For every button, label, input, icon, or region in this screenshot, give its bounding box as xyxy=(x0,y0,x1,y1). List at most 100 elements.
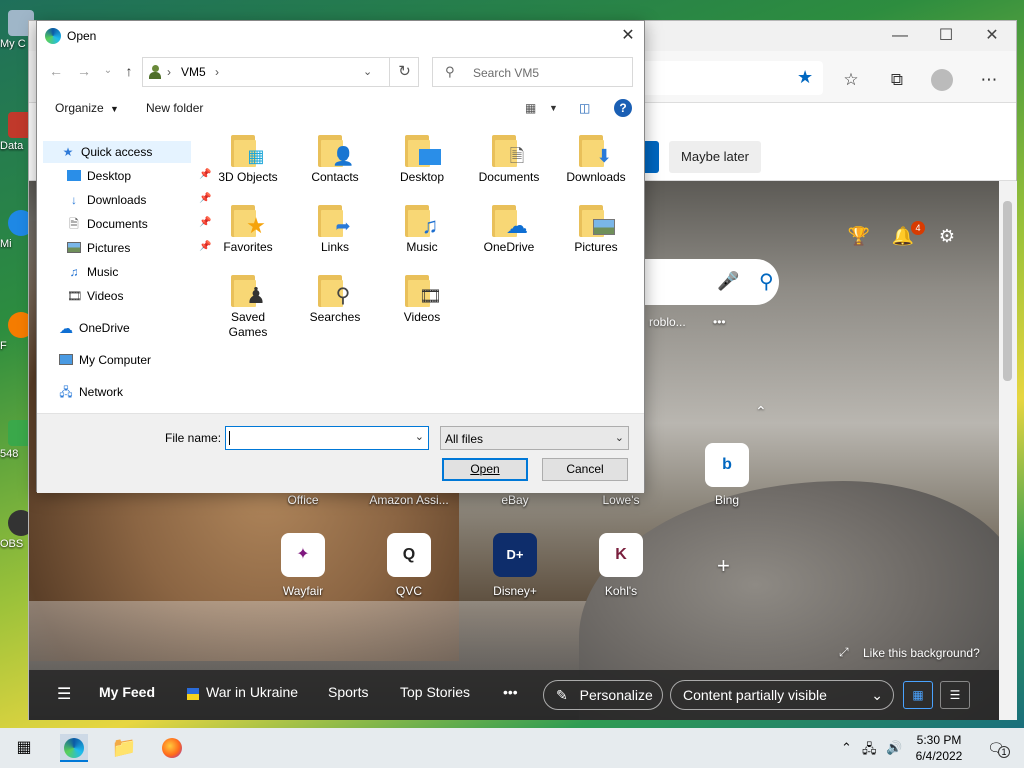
chevron-up-icon[interactable]: ⌃ xyxy=(755,403,767,420)
taskbar-edge[interactable] xyxy=(60,734,88,762)
document-icon: 🗎 xyxy=(69,217,79,231)
computer-icon xyxy=(59,354,73,365)
folder-desktop[interactable]: Desktop xyxy=(381,133,463,199)
feed-tab-top-stories[interactable]: Top Stories xyxy=(400,684,470,700)
folder-documents[interactable]: 🗎 Documents xyxy=(468,133,550,199)
search-suggestion[interactable]: roblo... xyxy=(649,315,686,329)
nav-item-my-computer[interactable]: My Computer xyxy=(49,349,219,371)
file-name-input[interactable]: ⌄ xyxy=(225,426,429,450)
cancel-button[interactable]: Cancel xyxy=(542,458,628,481)
open-button[interactable]: Open xyxy=(442,458,528,481)
feed-tab-my-feed[interactable]: My Feed xyxy=(99,684,155,700)
folder-searches[interactable]: ⚲ Searches xyxy=(294,273,376,339)
search-icon[interactable]: ⚲ xyxy=(759,269,774,294)
clock[interactable]: 5:30 PM 6/4/2022 xyxy=(908,732,970,764)
folder-favorites[interactable]: ★ Favorites xyxy=(207,203,289,269)
nav-item-downloads[interactable]: ↓ Downloads 📌 xyxy=(57,189,227,211)
cloud-icon: ☁ xyxy=(506,213,528,238)
folder-links[interactable]: ➦ Links xyxy=(294,203,376,269)
file-type-select[interactable]: All files ⌄ xyxy=(440,426,629,450)
address-dropdown-icon[interactable]: ⌄ xyxy=(363,65,372,78)
preview-pane-icon[interactable]: ◫ xyxy=(579,101,590,115)
folder-3d-objects[interactable]: ▦ 3D Objects xyxy=(207,133,289,199)
recent-chevron-icon[interactable]: ⌄ xyxy=(99,62,117,80)
collections-icon[interactable]: ⧉ xyxy=(885,68,909,92)
address-path[interactable]: › VM5 › ⌄ ↻ xyxy=(142,57,419,87)
view-dropdown-icon[interactable]: ▼ xyxy=(549,103,558,113)
suggestion-more-icon[interactable]: ••• xyxy=(713,315,726,329)
forward-arrow-icon[interactable]: → xyxy=(75,62,93,80)
volume-icon[interactable]: 🔊 xyxy=(886,740,902,756)
search-icon: ⚲ xyxy=(445,64,455,79)
vertical-scrollbar[interactable] xyxy=(999,181,1017,720)
folder-music[interactable]: ♫ Music xyxy=(381,203,463,269)
nav-item-videos[interactable]: 🎞 Videos xyxy=(57,285,227,307)
feed-tab-sports[interactable]: Sports xyxy=(328,684,368,700)
chevron-up-icon[interactable]: ⌃ xyxy=(841,740,852,756)
favorites-icon[interactable]: ☆ xyxy=(839,68,863,92)
gear-icon[interactable]: ⚙ xyxy=(934,223,960,249)
folder-videos[interactable]: 🎞 Videos xyxy=(381,273,463,339)
refresh-icon[interactable]: ↻ xyxy=(389,58,419,86)
folder-downloads[interactable]: ⬇ Downloads xyxy=(555,133,637,199)
nav-item-pictures[interactable]: Pictures 📌 xyxy=(57,237,227,259)
nav-item-quick-access[interactable]: ★ Quick access xyxy=(43,141,191,163)
breadcrumb-vm5[interactable]: VM5 xyxy=(181,65,206,79)
file-explorer-icon[interactable]: 📁 xyxy=(110,734,138,762)
back-arrow-icon[interactable]: ← xyxy=(47,62,65,80)
folder-onedrive[interactable]: ☁ OneDrive xyxy=(468,203,550,269)
microphone-icon[interactable]: 🎤 xyxy=(717,271,739,292)
tile-bing[interactable]: b xyxy=(705,443,749,487)
tile-disney[interactable]: D+ xyxy=(493,533,537,577)
up-arrow-icon[interactable]: ↑ xyxy=(120,62,138,80)
nav-item-desktop[interactable]: Desktop 📌 xyxy=(57,165,227,187)
folder-contacts[interactable]: 👤 Contacts xyxy=(294,133,376,199)
close-icon[interactable]: ✕ xyxy=(969,25,1015,47)
grid-layout-icon[interactable]: ▦ xyxy=(903,681,933,709)
chevron-down-icon: ▼ xyxy=(110,104,119,114)
feed-tab-war-in-ukraine[interactable]: War in Ukraine xyxy=(206,684,298,700)
expand-icon[interactable]: ⤢ xyxy=(839,645,849,660)
close-icon[interactable]: ✕ xyxy=(616,25,640,47)
profile-avatar[interactable] xyxy=(931,69,953,91)
navigation-pane: ★ Quick access Desktop 📌 ↓ Downloads 📌 🗎… xyxy=(37,133,211,413)
nav-item-music[interactable]: ♫ Music xyxy=(57,261,227,283)
nav-item-documents[interactable]: 🗎 Documents 📌 xyxy=(57,213,227,235)
organize-button[interactable]: Organize ▼ xyxy=(55,101,119,115)
nav-item-onedrive[interactable]: ☁ OneDrive xyxy=(49,317,219,339)
breadcrumb-chevron-icon[interactable]: › xyxy=(215,65,219,79)
tile-kohls[interactable]: K xyxy=(599,533,643,577)
add-tile-icon[interactable]: + xyxy=(717,553,730,579)
windows-start-icon[interactable]: ▦ xyxy=(10,734,38,762)
like-background-link[interactable]: Like this background? xyxy=(863,646,980,660)
new-folder-button[interactable]: New folder xyxy=(146,101,203,115)
notification-center-icon[interactable]: 🗨 1 xyxy=(982,734,1010,762)
rewards-trophy-icon[interactable]: 🏆 xyxy=(846,223,872,249)
maybe-later-button[interactable]: Maybe later xyxy=(669,141,761,173)
maximize-icon[interactable]: ☐ xyxy=(923,25,969,47)
feed-more-icon[interactable]: ••• xyxy=(503,684,518,700)
taskbar-firefox[interactable] xyxy=(158,734,186,762)
tile-qvc[interactable]: Q xyxy=(387,533,431,577)
search-input[interactable]: ⚲ Search VM5 xyxy=(432,57,633,87)
star-icon: ★ xyxy=(246,213,266,238)
minimize-icon[interactable]: — xyxy=(877,25,923,47)
more-icon[interactable]: ⋯ xyxy=(977,68,1001,92)
list-layout-icon[interactable]: ☰ xyxy=(940,681,970,709)
cloud-icon: ☁ xyxy=(59,320,73,336)
help-icon[interactable]: ? xyxy=(614,99,632,117)
chevron-down-icon[interactable]: ⌄ xyxy=(415,430,424,443)
content-visibility-dropdown[interactable]: Content partially visible ⌄ xyxy=(670,680,894,710)
nav-item-network[interactable]: 🖧 Network xyxy=(49,381,219,403)
network-icon[interactable]: 🖧 xyxy=(862,740,877,762)
tile-wayfair[interactable]: ✦ xyxy=(281,533,325,577)
favorite-star-icon[interactable]: ★ xyxy=(797,67,813,88)
scrollbar-thumb[interactable] xyxy=(1003,201,1012,381)
personalize-button[interactable]: ✎ Personalize xyxy=(543,680,663,710)
command-bar: Organize ▼ New folder ▦ ▼ ◫ ? xyxy=(37,93,644,123)
view-options-icon[interactable]: ▦ xyxy=(525,101,536,115)
folder-pictures[interactable]: Pictures xyxy=(555,203,637,269)
folder-saved-games[interactable]: ♟ Saved Games xyxy=(207,273,289,353)
hamburger-icon[interactable]: ☰ xyxy=(57,684,71,704)
file-list: ▦ 3D Objects 👤 Contacts Desktop 🗎 Docume… xyxy=(207,133,644,423)
